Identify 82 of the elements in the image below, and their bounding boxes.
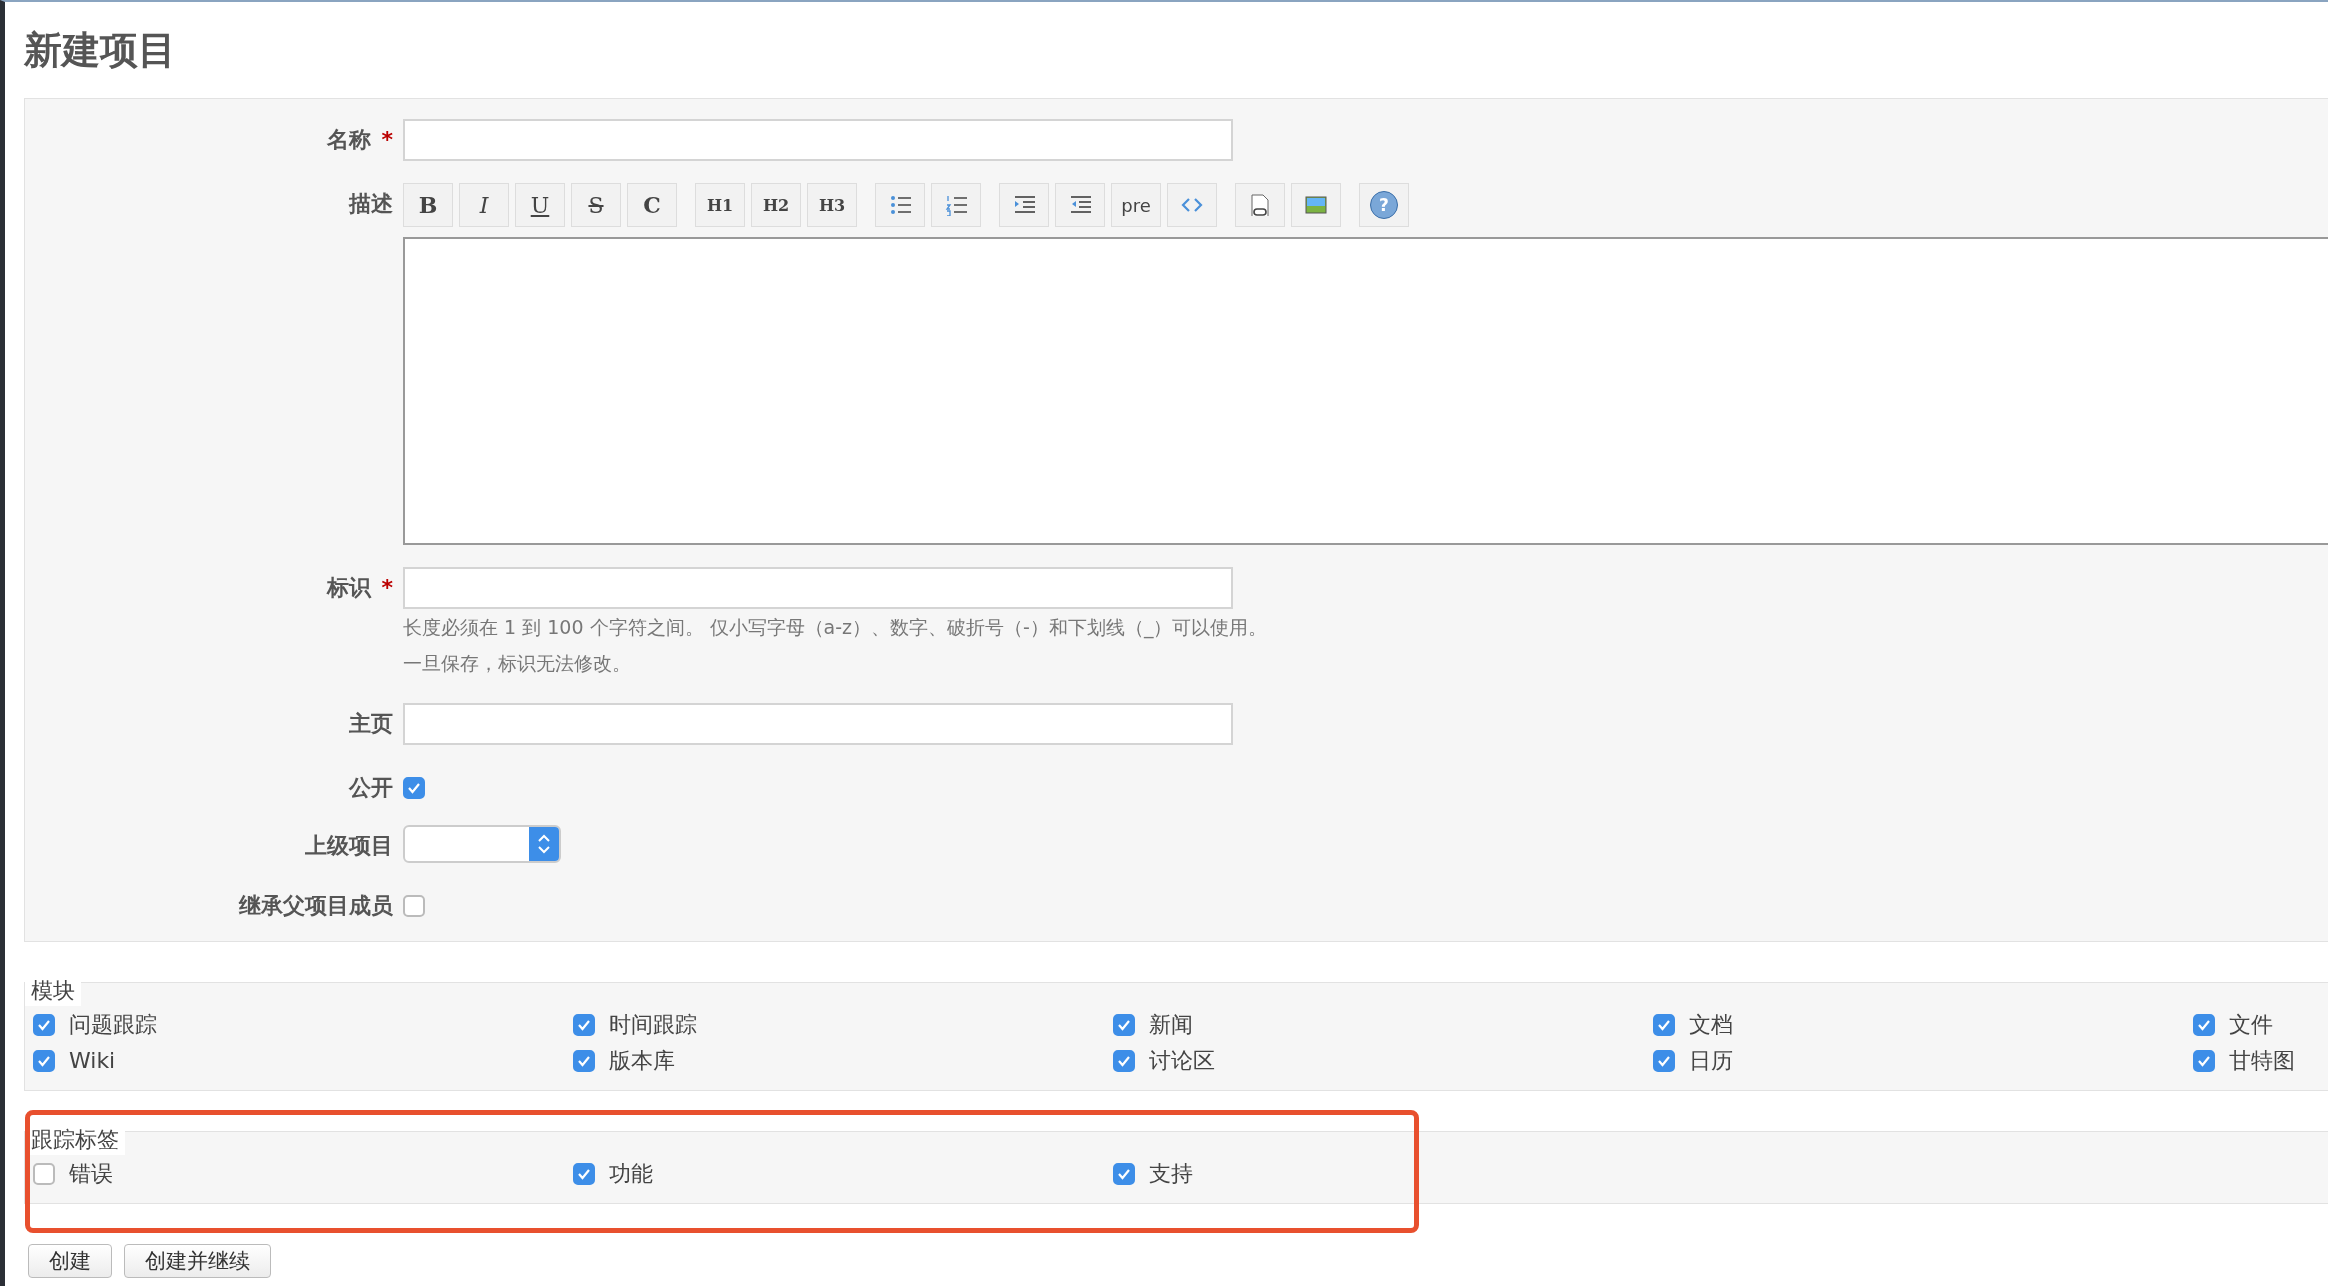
checkbox[interactable] [403,895,425,917]
identifier-input[interactable] [403,567,1233,609]
checkbox[interactable] [2193,1050,2215,1072]
checkmark-icon [1117,1019,1131,1031]
checkbox[interactable] [1653,1014,1675,1036]
format-button[interactable]: H3 [807,183,857,227]
checkmark-icon [37,1019,51,1031]
checkbox[interactable] [1653,1050,1675,1072]
checkmark-icon [1657,1019,1671,1031]
submit-button[interactable]: 创建并继续 [124,1244,271,1278]
submit-button[interactable]: 创建 [28,1244,112,1278]
checkbox-label: 问题跟踪 [69,1011,157,1039]
checkmark-icon [407,782,421,794]
checkbox-label: 文件 [2229,1011,2273,1039]
checkmark-icon [1117,1168,1131,1180]
required-mark: * [381,126,393,154]
checkbox[interactable] [33,1163,55,1185]
format-button[interactable]: pre [1111,183,1161,227]
checkmark-icon [577,1055,591,1067]
checkbox[interactable] [403,777,425,799]
outdent-button[interactable] [1055,183,1105,227]
numbered-list-icon [945,194,967,216]
checkbox-label: 文档 [1689,1011,1733,1039]
field-label: 标识 [327,574,372,602]
field-label: 描述 [349,190,393,218]
checkbox[interactable] [573,1050,595,1072]
checkbox[interactable] [1113,1014,1135,1036]
checkbox-label: 版本库 [609,1047,675,1075]
format-button[interactable]: I [459,183,509,227]
format-button[interactable]: S [571,183,621,227]
indent-button[interactable] [999,183,1049,227]
checkbox-label: Wiki [69,1047,116,1075]
numbered-list-button[interactable] [931,183,981,227]
format-button[interactable]: C [627,183,677,227]
format-button[interactable]: H1 [695,183,745,227]
checkbox-label: 时间跟踪 [609,1011,697,1039]
format-button[interactable]: U [515,183,565,227]
image-button[interactable] [1291,183,1341,227]
outdent-icon [1069,194,1091,216]
name-input[interactable] [403,119,1233,161]
checkmark-icon [577,1168,591,1180]
hint-text: 一旦保存，标识无法修改。 [403,651,632,676]
image-icon [1305,194,1327,216]
homepage-input[interactable] [403,703,1233,745]
link-page-button[interactable] [1235,183,1285,227]
parent-select[interactable] [403,825,561,863]
checkbox[interactable] [2193,1014,2215,1036]
required-mark: * [381,574,393,602]
checkbox-label: 甘特图 [2229,1047,2295,1075]
checkmark-icon [1117,1055,1131,1067]
bullet-list-icon [889,194,911,216]
checkmark-icon [37,1055,51,1067]
checkbox[interactable] [1113,1050,1135,1072]
checkbox-label: 功能 [609,1160,653,1188]
checkbox-label: 日历 [1689,1047,1733,1075]
code-button[interactable] [1167,183,1217,227]
format-button[interactable]: H2 [751,183,801,227]
checkbox-label: 讨论区 [1149,1047,1215,1075]
link-page-icon [1249,194,1271,216]
indent-icon [1013,194,1035,216]
checkbox[interactable] [573,1014,595,1036]
checkbox-label: 支持 [1149,1160,1193,1188]
checkmark-icon [577,1019,591,1031]
checkbox[interactable] [33,1050,55,1072]
checkmark-icon [2197,1019,2211,1031]
checkbox[interactable] [573,1163,595,1185]
field-label: 上级项目 [305,832,393,860]
checkbox[interactable] [33,1014,55,1036]
field-label: 公开 [349,774,393,802]
help-icon: ? [1370,191,1398,219]
field-label: 主页 [349,710,393,738]
bullet-list-button[interactable] [875,183,925,227]
checkbox-label: 错误 [69,1160,113,1188]
checkmark-icon [1657,1055,1671,1067]
checkbox[interactable] [1113,1163,1135,1185]
checkmark-icon [2197,1055,2211,1067]
page-title: 新建项目 [24,27,177,74]
field-label: 继承父项目成员 [239,892,393,920]
checkbox-label: 新闻 [1149,1011,1193,1039]
format-button[interactable]: B [403,183,453,227]
hint-text: 长度必须在 1 到 100 个字符之间。 仅小写字母（a-z）、数字、破折号（-）和下划线（_）可以使用。 [403,615,1268,641]
field-label: 名称 [327,126,372,154]
